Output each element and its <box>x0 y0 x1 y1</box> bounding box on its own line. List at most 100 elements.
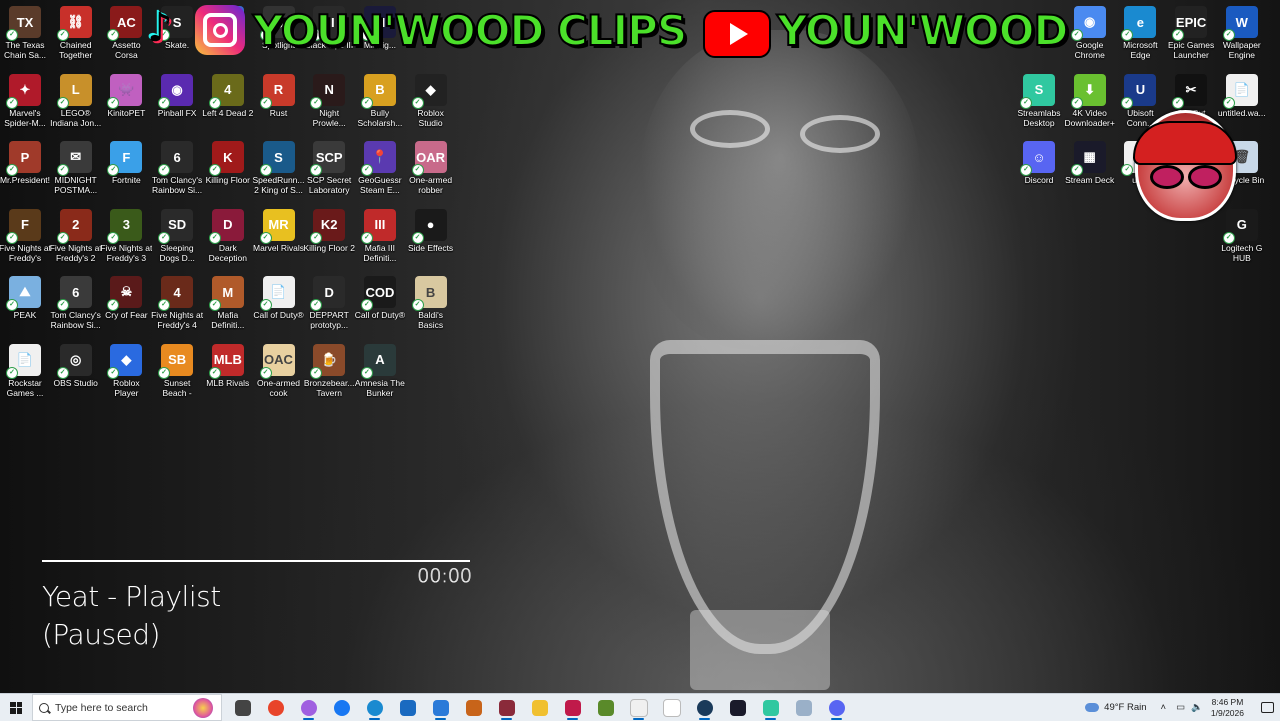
desktop-icon[interactable]: M ✓ Mafia Definiti... <box>202 272 254 330</box>
taskbar-app-button[interactable] <box>292 694 325 721</box>
taskbar-app-button[interactable] <box>787 694 820 721</box>
desktop-icon[interactable]: MR ✓ Marvel Rivals <box>253 205 305 253</box>
media-title: Yeat - Playlist <box>42 580 221 613</box>
desktop-icon[interactable]: e ✓ Microsoft Edge <box>1114 2 1166 60</box>
desktop-icon[interactable]: R ✓ Rust <box>253 70 305 118</box>
desktop-icon-label: Mr.President! <box>0 175 51 185</box>
desktop-icon-label: MIDNIGHT POSTMA... <box>54 175 98 195</box>
desktop-icon[interactable]: OAC ✓ One-armed cook <box>253 340 305 398</box>
desktop-icon[interactable]: ◉ ✓ Pinball FX <box>151 70 203 118</box>
desktop-icon[interactable]: B ✓ Bully Scholarsh... <box>354 70 406 128</box>
app-icon: N ✓ <box>310 73 346 109</box>
taskbar-app-button[interactable] <box>226 694 259 721</box>
volume-icon[interactable]: 🔈 <box>1191 702 1203 713</box>
copilot-icon <box>300 699 317 716</box>
desktop-icon[interactable]: 📄 ✓ untitled.wa... <box>1216 70 1268 118</box>
desktop-icon[interactable]: OAR ✓ One-armed robber <box>405 137 457 195</box>
start-button[interactable] <box>0 694 32 721</box>
taskbar-app-button[interactable] <box>688 694 721 721</box>
desktop-icon[interactable]: ◆ ✓ Roblox Player <box>100 340 152 398</box>
desktop-icon[interactable]: SD ✓ Sleeping Dogs D... <box>151 205 203 263</box>
desktop-icon[interactable]: 6 ✓ Tom Clancy's Rainbow Si... <box>50 272 102 330</box>
desktop-icon[interactable]: A ✓ Amnesia The Bunker <box>354 340 406 398</box>
desktop-icon[interactable]: F ✓ Fortnite <box>100 137 152 185</box>
taskbar-app-button[interactable] <box>424 694 457 721</box>
app-icon: ☠ ✓ <box>107 276 143 311</box>
desktop-icon[interactable]: EPIC ✓ Epic Games Launcher <box>1165 2 1217 60</box>
desktop-icon[interactable]: ☠ ✓ Cry of Fear <box>100 272 152 320</box>
desktop-icon-label: LEGO® Indiana Jon... <box>50 107 102 128</box>
desktop-icon[interactable]: F ✓ Five Nights at Freddy's <box>0 205 51 263</box>
taskbar-app-button[interactable] <box>655 694 688 721</box>
chevron-up-icon[interactable]: ˄ <box>1161 702 1167 713</box>
taskbar-app-button[interactable] <box>556 694 589 721</box>
desktop-icon[interactable]: B✓Baldi's Basics Classic Re... <box>405 272 457 330</box>
taskbar-app-button[interactable] <box>820 694 853 721</box>
taskbar-search[interactable]: Type here to search <box>32 694 222 721</box>
app-icon: 2 ✓ <box>56 208 92 244</box>
desktop-icon[interactable]: ☺ ✓ Discord <box>1013 137 1065 185</box>
taskbar-app-button[interactable] <box>490 694 523 721</box>
desktop-icon-label: Rust <box>269 107 288 118</box>
sync-check-icon: ✓ <box>208 164 221 176</box>
desktop-icon[interactable]: L ✓ LEGO® Indiana Jon... <box>50 70 102 128</box>
desktop-icon[interactable]: N ✓ Night Prowle... <box>303 70 355 128</box>
desktop-icon-label: Killing Floor <box>205 175 250 185</box>
desktop-icon[interactable]: TX ✓ The Texas Chain Sa... <box>0 2 51 60</box>
desktop-icon[interactable]: K ✓ Killing Floor <box>202 137 254 185</box>
media-progress-bar[interactable] <box>42 560 470 562</box>
app-icon: OAC ✓ <box>259 343 295 379</box>
desktop-icon[interactable]: 👾 ✓ KinitoPET <box>100 70 152 118</box>
sync-check-icon: ✓ <box>56 366 69 379</box>
desktop-icon[interactable]: 📍 ✓ GeoGuessr Steam E... <box>354 137 406 195</box>
taskbar-app-button[interactable] <box>721 694 754 721</box>
desktop-icon[interactable]: SCP ✓ SCP Secret Laboratory <box>303 137 355 195</box>
desktop-icon[interactable]: ✉ ✓ MIDNIGHT POSTMA... <box>50 137 102 195</box>
taskbar-app-button[interactable] <box>391 694 424 721</box>
desktop-icon[interactable]: K2 ✓ Killing Floor 2 <box>303 205 355 253</box>
desktop-icon[interactable]: 📄 ✓ Call of Duty® <box>253 272 305 320</box>
taskbar-app-button[interactable] <box>358 694 391 721</box>
desktop-icon[interactable]: W ✓ Wallpaper Engine <box>1216 2 1268 60</box>
weather-widget[interactable]: 49°F Rain <box>1085 702 1147 713</box>
desktop-icon[interactable]: ● ✓ Side Effects <box>405 205 457 253</box>
taskbar-app-button[interactable] <box>259 694 292 721</box>
taskbar-app-button[interactable] <box>325 694 358 721</box>
desktop-icon[interactable]: 4 ✓ Five Nights at Freddy's 4 <box>151 272 203 330</box>
desktop-icon[interactable]: 2 ✓ Five Nights at Freddy's 2 <box>50 205 102 263</box>
desktop-icon[interactable]: 6 ✓ Tom Clancy's Rainbow Si... <box>151 137 203 195</box>
taskbar-app-button[interactable] <box>457 694 490 721</box>
desktop-icon[interactable]: 🍺 ✓ Bronzebear... Tavern <box>303 340 355 398</box>
desktop-icon[interactable]: ⛰ ✓ PEAK <box>0 272 51 320</box>
network-icon[interactable]: ▭ <box>1176 702 1185 713</box>
desktop-icon[interactable]: MLB ✓ MLB Rivals <box>202 340 254 388</box>
desktop-icon[interactable]: III ✓ Mafia III Definiti... <box>354 205 406 263</box>
desktop-icon[interactable]: ◎ ✓ OBS Studio <box>50 340 102 388</box>
desktop-icon[interactable]: ◆ ✓ Roblox Studio <box>405 70 457 128</box>
desktop-icon[interactable]: 📄 ✓ Rockstar Games ... <box>0 340 51 398</box>
taskbar-app-button[interactable] <box>589 694 622 721</box>
desktop-icon[interactable]: D ✓ DEPPART prototyp... <box>303 272 355 330</box>
desktop-icon[interactable]: ▦ ✓ Stream Deck <box>1064 137 1116 185</box>
notification-button[interactable] <box>1254 694 1280 721</box>
desktop-icon[interactable]: S ✓ SpeedRunn... 2 King of S... <box>253 137 305 195</box>
desktop-icon[interactable]: 3 ✓ Five Nights at Freddy's 3 <box>100 205 152 263</box>
app-icon-glyph: ◉ <box>171 81 183 97</box>
sync-check-icon: ✓ <box>360 299 373 311</box>
desktop-icon[interactable]: ✦ ✓ Marvel's Spider-M... <box>0 70 51 128</box>
clock[interactable]: 8:46 PM 1/9/2026 <box>1211 697 1244 719</box>
app-icon: A ✓ <box>360 343 396 379</box>
desktop-icon[interactable]: S ✓ Streamlabs Desktop <box>1013 70 1065 128</box>
desktop-icon[interactable]: ⬇ ✓ 4K Video Downloader+ <box>1064 70 1116 128</box>
app-icon-glyph: L <box>71 82 80 97</box>
taskbar-app-button[interactable] <box>754 694 787 721</box>
taskbar-app-button[interactable] <box>523 694 556 721</box>
desktop-icon[interactable]: G ✓ Logitech G HUB <box>1216 205 1268 263</box>
desktop-icon[interactable]: SB✓Sunset Beach - Shortcut <box>151 340 203 398</box>
desktop-icon[interactable]: ⛓ ✓ Chained Together <box>50 2 102 60</box>
desktop-icon[interactable]: D ✓ Dark Deception <box>202 205 254 263</box>
desktop-icon[interactable]: 4 ✓ Left 4 Dead 2 <box>202 70 254 118</box>
taskbar-app-button[interactable] <box>622 694 655 721</box>
desktop-icon[interactable]: COD ✓ Call of Duty® <box>354 272 406 320</box>
desktop-icon[interactable]: P ✓ Mr.President! <box>0 137 51 185</box>
